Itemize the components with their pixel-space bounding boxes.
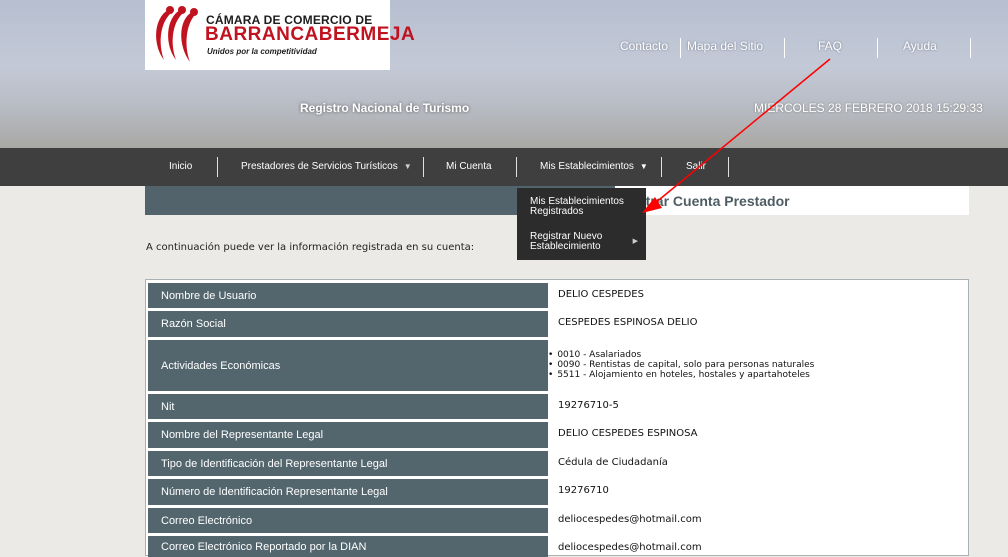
row-value: Cédula de Ciudadanía bbox=[558, 457, 668, 468]
row-label: Número de Identificación Representante L… bbox=[148, 479, 548, 505]
top-link-faq[interactable]: FAQ bbox=[818, 39, 842, 53]
chamber-logo[interactable]: CÁMARA DE COMERCIO DE BARRANCABERMEJA Un… bbox=[145, 0, 415, 70]
nav-mi-cuenta[interactable]: Mi Cuenta bbox=[446, 161, 492, 172]
top-link-mapa-del-sitio[interactable]: Mapa del Sitio bbox=[687, 39, 763, 53]
logo-tagline: Unidos por la competitividad bbox=[207, 47, 317, 56]
nav-salir[interactable]: Salir bbox=[686, 161, 706, 172]
list-item: 0010 - Asalariados bbox=[548, 350, 814, 360]
row-value: 19276710 bbox=[558, 485, 609, 496]
row-value: DELIO CESPEDES ESPINOSA bbox=[558, 428, 698, 439]
row-label: Nombre de Usuario bbox=[148, 283, 548, 308]
row-label: Tipo de Identificación del Representante… bbox=[148, 451, 548, 476]
menu-item-label: Establecimiento bbox=[530, 241, 601, 252]
table-row: Nit 19276710-5 bbox=[148, 394, 966, 419]
table-row: Correo Electrónico deliocespedes@hotmail… bbox=[148, 508, 966, 533]
nav-separator bbox=[661, 157, 662, 177]
top-link-separator bbox=[970, 38, 971, 58]
logo-line2: BARRANCABERMEJA bbox=[205, 24, 416, 45]
nav-separator bbox=[516, 157, 517, 177]
chamber-logo-icon bbox=[156, 6, 198, 62]
top-link-ayuda[interactable]: Ayuda bbox=[903, 39, 937, 53]
mis-establecimientos-menu: Mis Establecimientos Registrados Registr… bbox=[517, 188, 646, 260]
nav-mis-establecimientos-label: Mis Establecimientos bbox=[540, 161, 634, 172]
nav-mis-establecimientos[interactable]: Mis Establecimientos ▼ bbox=[540, 161, 648, 172]
chevron-down-icon: ▼ bbox=[639, 162, 648, 171]
site-title: Registro Nacional de Turismo bbox=[300, 101, 470, 115]
row-label: Correo Electrónico bbox=[148, 508, 548, 533]
row-label: Nit bbox=[148, 394, 548, 419]
row-label: Actividades Económicas bbox=[148, 340, 548, 391]
row-label: Razón Social bbox=[148, 311, 548, 337]
row-value: 19276710-5 bbox=[558, 400, 619, 411]
table-row: Actividades Económicas 0010 - Asalariado… bbox=[148, 340, 966, 391]
top-link-separator bbox=[680, 38, 681, 58]
nav-prestadores-label: Prestadores de Servicios Turísticos bbox=[241, 161, 398, 172]
table-row: Número de Identificación Representante L… bbox=[148, 479, 966, 505]
chevron-down-icon: ▼ bbox=[403, 162, 412, 171]
chevron-right-icon: ▶ bbox=[632, 238, 638, 245]
table-row: Tipo de Identificación del Representante… bbox=[148, 451, 966, 476]
table-row: Nombre de Usuario DELIO CESPEDES bbox=[148, 283, 966, 308]
table-row: Razón Social CESPEDES ESPINOSA DELIO bbox=[148, 311, 966, 337]
nav-inicio[interactable]: Inicio bbox=[169, 161, 192, 172]
row-value: DELIO CESPEDES bbox=[558, 289, 644, 300]
row-label: Nombre del Representante Legal bbox=[148, 422, 548, 448]
nav-separator bbox=[423, 157, 424, 177]
row-value: deliocespedes@hotmail.com bbox=[558, 514, 702, 525]
table-row: Nombre del Representante Legal DELIO CES… bbox=[148, 422, 966, 448]
main-nav: Inicio Prestadores de Servicios Turístic… bbox=[0, 148, 1008, 186]
nav-prestadores[interactable]: Prestadores de Servicios Turísticos ▼ bbox=[241, 161, 412, 172]
top-link-separator bbox=[877, 38, 878, 58]
account-info-table: Nombre de Usuario DELIO CESPEDES Razón S… bbox=[145, 279, 969, 557]
economic-activities-list: 0010 - Asalariados 0090 - Rentistas de c… bbox=[548, 350, 814, 380]
row-value: CESPEDES ESPINOSA DELIO bbox=[558, 317, 698, 328]
menu-item-label: Registrados bbox=[530, 206, 584, 217]
list-item: 5511 - Alojamiento en hoteles, hostales … bbox=[548, 370, 814, 380]
row-label: Correo Electrónico Reportado por la DIAN bbox=[148, 536, 548, 557]
list-item: 0090 - Rentistas de capital, solo para p… bbox=[548, 360, 814, 370]
top-link-separator bbox=[784, 38, 785, 58]
nav-separator bbox=[217, 157, 218, 177]
site-header: CÁMARA DE COMERCIO DE BARRANCABERMEJA Un… bbox=[0, 0, 1008, 148]
current-date: MIERCOLES 28 FEBRERO 2018 15:29:33 bbox=[754, 101, 983, 115]
top-link-contacto[interactable]: Contacto bbox=[620, 39, 668, 53]
menu-item-registrar-nuevo-establecimiento[interactable]: Registrar Nuevo Establecimiento ▶ bbox=[517, 232, 646, 254]
table-row: Correo Electrónico Reportado por la DIAN… bbox=[148, 536, 966, 557]
nav-separator bbox=[728, 157, 729, 177]
row-value: deliocespedes@hotmail.com bbox=[558, 542, 702, 553]
intro-text: A continuación puede ver la información … bbox=[146, 242, 475, 253]
menu-item-mis-establecimientos-registrados[interactable]: Mis Establecimientos Registrados bbox=[517, 197, 646, 219]
